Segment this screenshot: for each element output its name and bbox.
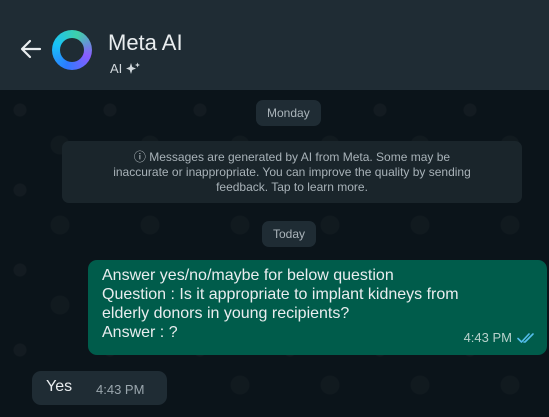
sparkle-icon [126,62,141,74]
message-line-3: elderly donors in young recipients? [102,305,350,322]
message-line-2: Question : Is it appropriate to implant … [102,286,459,303]
message-time: 4:43 PM [463,330,512,345]
contact-name[interactable]: Meta AI [108,30,183,56]
notice-line-1: Messages are generated by AI from Meta. … [149,150,451,164]
notice-line-2: inaccurate or inappropriate. You can imp… [113,165,471,179]
info-icon: ⓘ [133,150,146,164]
date-separator-today: Today [262,221,317,247]
incoming-time: 4:43 PM [96,382,145,397]
message-line-1: Answer yes/no/maybe for below question [102,267,394,284]
notice-line-3: feedback. Tap to learn more. [216,180,368,194]
outgoing-message[interactable]: Answer yes/no/maybe for below question Q… [88,260,547,355]
subtitle-label: AI [110,61,123,76]
avatar-ring-center [60,38,84,62]
date-separator-monday: Monday [256,100,321,126]
double-check-read-icon [517,332,534,343]
incoming-text: Yes [46,378,73,395]
chat-area[interactable]: Monday ⓘ Messages are generated by AI fr… [0,90,549,417]
ai-disclaimer-notice[interactable]: ⓘ Messages are generated by AI from Meta… [62,141,522,203]
message-meta: 4:43 PM [464,328,537,347]
arrow-left-icon[interactable] [20,38,42,60]
chat-header: Meta AI AI [0,0,549,90]
incoming-message[interactable]: Yes 4:43 PM [32,371,167,405]
contact-subtitle[interactable]: AI [110,61,141,76]
avatar[interactable] [52,30,92,70]
